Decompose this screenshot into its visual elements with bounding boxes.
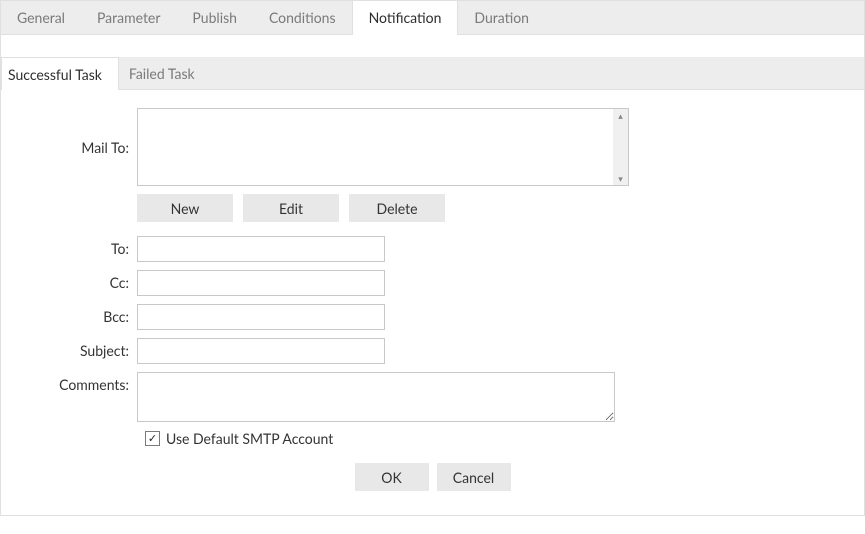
comments-label: Comments: [11,372,137,393]
subtab-successful-task[interactable]: Successful Task [1,57,119,90]
main-tabstrip: General Parameter Publish Conditions Not… [1,1,864,35]
cc-label: Cc: [11,270,137,291]
mail-to-scrollbar[interactable]: ▴ ▾ [613,109,628,185]
subject-label: Subject: [11,338,137,359]
use-default-smtp-label: Use Default SMTP Account [166,430,333,447]
tab-parameter[interactable]: Parameter [81,1,176,34]
scroll-down-icon[interactable]: ▾ [618,174,623,183]
smtp-row: ✓ Use Default SMTP Account [145,430,854,447]
notification-dialog: General Parameter Publish Conditions Not… [0,0,865,516]
dialog-footer: OK Cancel [11,463,854,505]
subject-input[interactable] [137,338,385,364]
new-button[interactable]: New [137,194,233,222]
bcc-input[interactable] [137,304,385,330]
subtab-failed-task[interactable]: Failed Task [119,57,211,89]
mail-to-button-row: New Edit Delete [137,194,854,222]
tab-general[interactable]: General [1,1,81,34]
cancel-button[interactable]: Cancel [437,463,511,491]
tab-duration[interactable]: Duration [458,1,545,34]
bcc-label: Bcc: [11,304,137,325]
tab-publish[interactable]: Publish [176,1,253,34]
tab-notification[interactable]: Notification [352,1,459,35]
tab-conditions[interactable]: Conditions [253,1,352,34]
sub-tabstrip: Successful Task Failed Task [1,57,864,90]
use-default-smtp-checkbox[interactable]: ✓ [145,431,160,446]
cc-input[interactable] [137,270,385,296]
delete-button[interactable]: Delete [349,194,445,222]
to-label: To: [11,236,137,257]
ok-button[interactable]: OK [355,463,429,491]
edit-button[interactable]: Edit [243,194,339,222]
notification-form: Mail To: ▴ ▾ New Edit Delete To: Cc: Bcc… [1,90,864,515]
mail-to-label: Mail To: [11,139,137,156]
scroll-up-icon[interactable]: ▴ [618,111,623,120]
comments-textarea[interactable] [137,372,615,422]
to-input[interactable] [137,236,385,262]
mail-to-listbox[interactable]: ▴ ▾ [137,108,629,186]
